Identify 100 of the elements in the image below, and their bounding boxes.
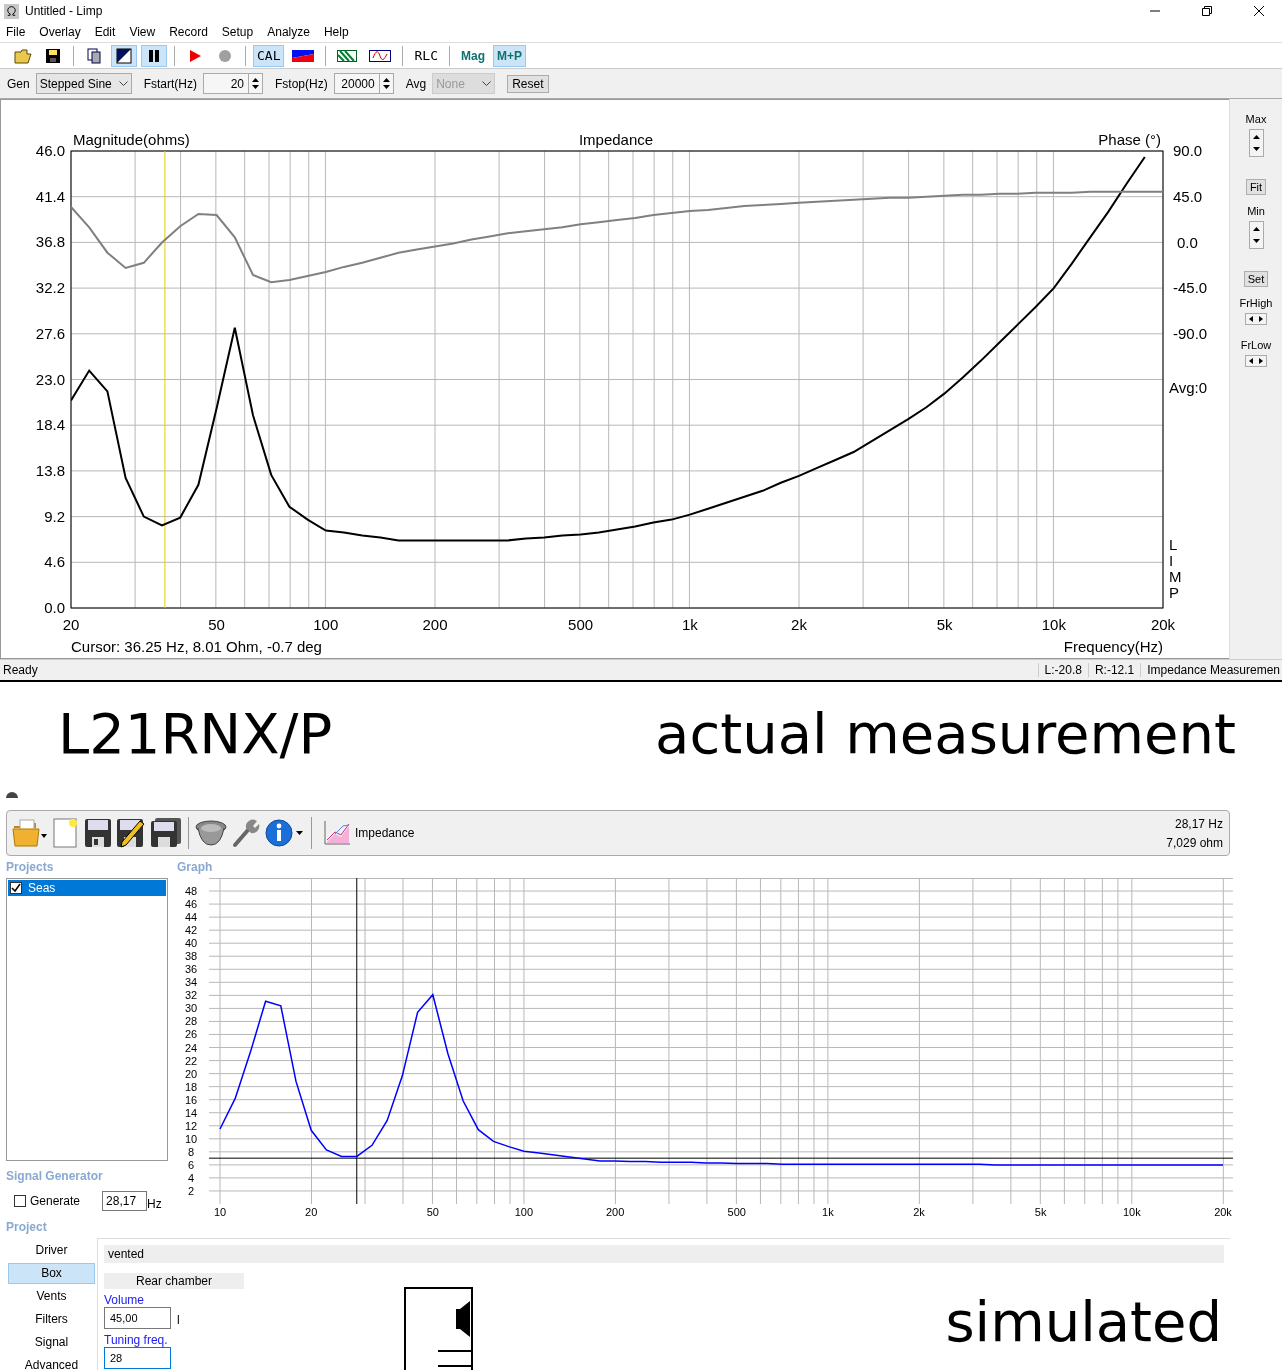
y-tick-label: 6 — [187, 1158, 195, 1171]
save-all-button[interactable] — [149, 817, 183, 849]
left-arrow-icon[interactable] — [1249, 316, 1253, 322]
y-tick-label: 14 — [184, 1106, 198, 1119]
menu-item[interactable]: Record — [169, 25, 208, 39]
generate-checkbox[interactable] — [14, 1195, 26, 1207]
y-tick-label: 4 — [187, 1171, 195, 1184]
pause-button[interactable] — [141, 44, 167, 67]
up-arrow-icon[interactable] — [1252, 135, 1260, 139]
nav-item[interactable]: Driver — [8, 1240, 95, 1261]
right-arrow-icon[interactable] — [1259, 358, 1263, 364]
cursor-line[interactable] — [208, 1157, 1234, 1159]
nav-item[interactable]: Signal — [8, 1332, 95, 1353]
status-left: L:-20.8 — [1037, 663, 1088, 677]
new-page-icon — [52, 817, 80, 849]
settings-button[interactable] — [230, 817, 262, 849]
frhigh-label: FrHigh — [1239, 297, 1273, 309]
close-icon[interactable] — [1254, 6, 1264, 16]
field-label: Volume — [104, 1293, 146, 1307]
down-arrow-icon[interactable] — [382, 85, 390, 89]
down-arrow-icon[interactable] — [252, 85, 259, 89]
y-tick-label: 46.0 — [35, 142, 65, 159]
menu-item[interactable]: File — [6, 25, 26, 39]
sine-wave-icon — [369, 49, 392, 62]
fit-button[interactable]: Fit — [1245, 179, 1267, 195]
up-arrow-icon[interactable] — [252, 78, 259, 82]
x-tick-label: 50 — [208, 616, 225, 633]
x-tick-label: 100 — [313, 616, 339, 633]
left-arrow-icon[interactable] — [1249, 358, 1253, 364]
y-tick-label: 16 — [184, 1093, 198, 1106]
right-arrow-icon[interactable] — [1259, 316, 1263, 322]
y-tick-label: 38 — [184, 950, 198, 963]
tuning-field[interactable]: 28 — [104, 1347, 171, 1369]
nav-item[interactable]: Vents — [8, 1286, 95, 1307]
y-tick-label: 36 — [184, 963, 198, 976]
save-all-icon — [150, 818, 182, 848]
nav-item[interactable]: Box — [8, 1263, 95, 1284]
reset-button[interactable]: Reset — [507, 74, 549, 93]
save-icon — [45, 47, 61, 64]
gen-dropdown[interactable]: Stepped Sine — [35, 73, 132, 94]
x-tick-label: 5k — [1034, 1206, 1047, 1218]
save-button[interactable] — [83, 817, 113, 849]
toolbar-button[interactable]: Mag — [456, 44, 489, 67]
down-arrow-icon[interactable] — [1252, 147, 1260, 151]
phase-tick-label: 90.0 — [1173, 142, 1203, 159]
open-button[interactable] — [11, 817, 49, 849]
menu-item[interactable]: Help — [323, 25, 349, 39]
menu-item[interactable]: Analyze — [267, 25, 310, 39]
max-label: Max — [1245, 113, 1267, 125]
x-axis-title: Frequency(Hz) — [1063, 638, 1163, 655]
info-button[interactable] — [264, 817, 306, 849]
nav-item[interactable]: Filters — [8, 1309, 95, 1330]
up-arrow-icon[interactable] — [1252, 227, 1260, 231]
toolbar-button[interactable]: CAL — [253, 44, 285, 67]
frequency-field[interactable]: 28,17 — [102, 1191, 148, 1211]
y-tick-label: 24 — [184, 1041, 198, 1054]
window-title: Untitled - Limp — [25, 4, 103, 18]
down-arrow-icon[interactable] — [1252, 239, 1260, 243]
checkbox[interactable] — [10, 882, 22, 894]
project-label: Seas — [28, 881, 56, 895]
menu-item[interactable]: View — [129, 25, 156, 39]
set-button[interactable]: Set — [1243, 271, 1269, 287]
x-tick-label: 500 — [568, 616, 594, 633]
graph-dropdown[interactable]: Impedance — [317, 819, 421, 847]
record-icon — [218, 48, 232, 63]
menu-item[interactable]: Edit — [94, 25, 116, 39]
section-heading: Signal Generator — [6, 1168, 104, 1185]
unit-label: Hz — [147, 1197, 162, 1211]
restore-icon[interactable] — [1202, 6, 1212, 16]
fstop-label: Fstop(Hz) — [275, 76, 328, 91]
box-type-bar[interactable]: vented — [104, 1245, 1224, 1263]
line-chart-icon — [323, 820, 351, 846]
cursor-line[interactable] — [356, 878, 358, 1205]
folder-icon — [14, 47, 32, 64]
toolbar-button[interactable]: M+P — [492, 44, 526, 67]
caption-text: L21RNX/P — [58, 701, 333, 766]
min-label: Min — [1247, 205, 1265, 217]
y-tick-label: 18 — [184, 1080, 198, 1093]
folder-icon — [12, 818, 48, 848]
impedance-readout: 7,029 ohm — [1166, 835, 1223, 850]
nav-item[interactable]: Advanced — [8, 1355, 95, 1370]
y-tick-label: 10 — [184, 1132, 198, 1145]
x-tick-label: 100 — [514, 1206, 534, 1218]
section-heading: Graph — [177, 859, 214, 876]
volume-field[interactable]: 45,00 — [104, 1307, 171, 1329]
toolbar-button[interactable]: RLC — [410, 44, 442, 67]
driver-button[interactable] — [194, 818, 228, 848]
up-arrow-icon[interactable] — [382, 78, 390, 82]
save-as-button[interactable] — [115, 817, 147, 849]
phase-axis-title: Phase (°) — [1098, 131, 1161, 148]
menu-item[interactable]: Overlay — [39, 25, 81, 39]
frlow-label: FrLow — [1240, 339, 1272, 351]
app-icon — [4, 3, 19, 19]
x-tick-label: 20k — [1150, 616, 1176, 633]
menu-item[interactable]: Setup — [221, 25, 254, 39]
project-item[interactable]: Seas — [8, 880, 166, 896]
section-header: Rear chamber — [104, 1273, 244, 1289]
y-tick-label: 34 — [184, 976, 198, 989]
y-tick-label: 28 — [184, 1015, 198, 1028]
y-tick-label: 42 — [184, 924, 198, 937]
